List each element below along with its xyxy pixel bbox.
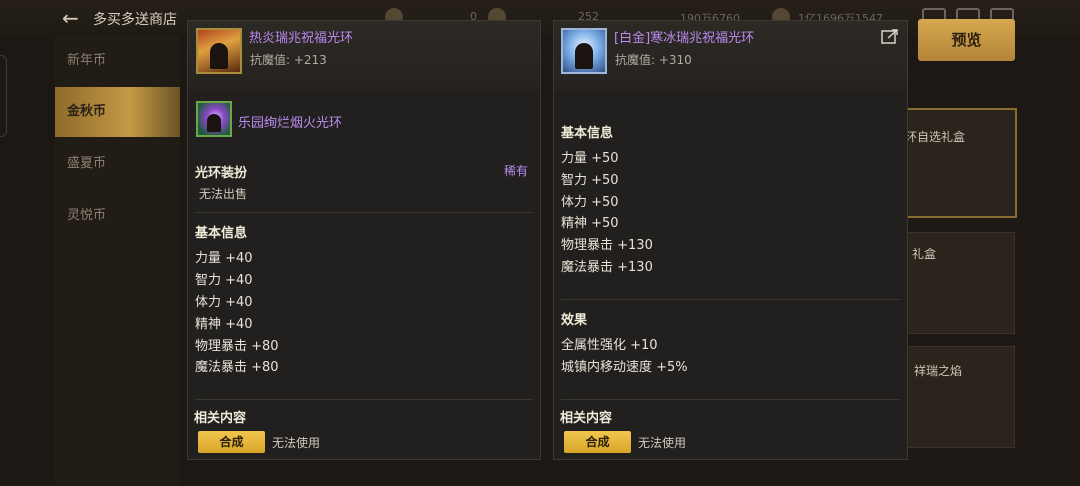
stat-line: 体力 +40 [195,295,253,310]
firework-aura-icon [196,101,232,137]
usage-status: 无法使用 [272,436,321,450]
stat-line: 体力 +50 [561,195,619,210]
shop-title: 多买多送商店 [93,12,177,28]
sub-item-name[interactable]: 乐园绚烂烟火光环 [238,112,342,131]
back-arrow-icon[interactable]: ← [62,6,79,30]
effect-title: 效果 [561,313,588,328]
trade-restriction: 无法出售 [199,187,248,201]
divider [561,299,900,300]
combine-button[interactable]: 合成 [564,431,631,453]
resist-value: 抗魔值: +213 [250,53,327,67]
drawer-handle[interactable] [0,55,7,137]
shop-item-name: 祥瑞之焰 [914,364,963,378]
related-title: 相关内容 [560,411,613,426]
stat-line: 力量 +40 [195,251,253,266]
related-title: 相关内容 [194,411,247,426]
item-tooltip-left: 热炎瑞兆祝福光环 抗魔值: +213 乐园绚烂烟火光环 光环装扮 稀有 无法出售… [187,20,541,460]
stat-line: 魔法暴击 +80 [195,360,279,375]
divider [561,399,900,400]
share-icon[interactable] [881,28,899,44]
stat-line: 智力 +40 [195,273,253,288]
category-label: 光环装扮 [195,166,248,181]
combine-button[interactable]: 合成 [198,431,265,453]
divider [195,399,533,400]
preview-button[interactable]: 预览 [918,19,1015,61]
resist-value: 抗魔值: +310 [615,53,692,67]
stat-line: 精神 +40 [195,317,253,332]
stat-line: 力量 +50 [561,151,619,166]
stat-line: 智力 +50 [561,173,619,188]
sidebar-item-lingyue[interactable]: 灵悦币 [55,191,180,241]
effect-line: 城镇内移动速度 +5% [561,360,688,375]
aura-thumbnail-icon [561,28,607,74]
stat-line: 物理暴击 +80 [195,339,279,354]
stat-line: 魔法暴击 +130 [561,260,653,275]
aura-thumbnail-icon [196,28,242,74]
basic-info-title: 基本信息 [195,226,248,241]
sidebar-item-jinqiu[interactable]: 金秋币 [55,87,180,137]
rarity-label: 稀有 [504,164,529,178]
character-silhouette-icon [210,43,228,69]
sidebar-item-shengxia[interactable]: 盛夏币 [55,139,180,189]
stat-line: 精神 +50 [561,216,619,231]
character-silhouette-icon [575,43,593,69]
item-tooltip-right: [白金]寒冰瑞兆祝福光环 抗魔值: +310 基本信息 力量 +50 智力 +5… [553,20,908,460]
item-title: 热炎瑞兆祝福光环 [249,31,354,46]
usage-status: 无法使用 [638,436,687,450]
item-title: [白金]寒冰瑞兆祝福光环 [614,31,755,46]
shop-item-name: 礼盒 [912,247,937,261]
basic-info-title: 基本信息 [561,126,614,141]
effect-line: 全属性强化 +10 [561,338,658,353]
stat-line: 物理暴击 +130 [561,238,653,253]
character-silhouette-icon [207,114,221,132]
shop-item-name: 环自选礼盒 [905,130,966,144]
divider [195,212,533,213]
sidebar-item-xinnian[interactable]: 新年币 [55,36,180,86]
